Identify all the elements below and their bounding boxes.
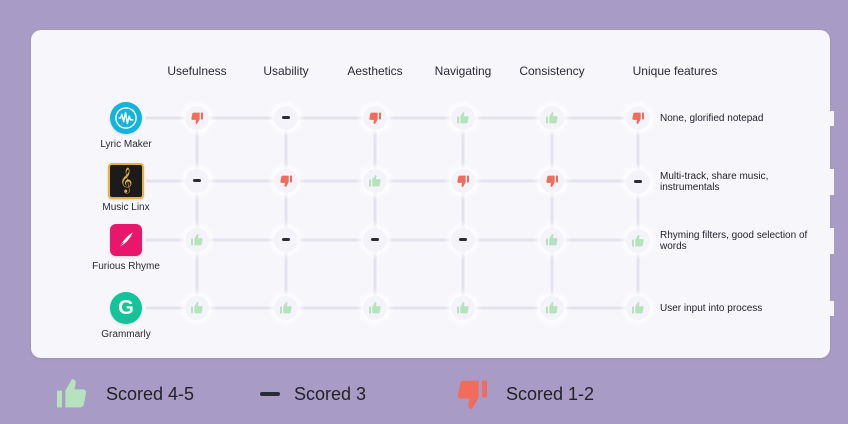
dash-icon [363,228,387,252]
thumbs-up-icon [540,228,564,252]
dash-icon [185,169,209,193]
unique-features-cell: None, glorified notepad [626,106,834,130]
legend-label: Scored 3 [294,383,367,404]
thumbs-down-icon [274,169,298,193]
column-header-usefulness: Usefulness [167,64,227,78]
thumbs-up-icon [274,296,298,320]
thumbs-down-icon [185,106,209,130]
thumbs-up-icon [363,296,387,320]
legend-item-down: Scored 1-2 [452,374,594,414]
app-name: Grammarly [101,329,151,340]
dash-icon [451,228,475,252]
thumbs-up-icon [540,296,564,320]
thumbs-down-icon [626,106,650,130]
thumbs-up-icon [185,228,209,252]
column-header-consistency: Consistency [519,64,585,78]
thumbs-down-icon [540,169,564,193]
app-name: Lyric Maker [100,139,152,150]
thumbs-up-icon [363,169,387,193]
unique-features-cell: Rhyming filters, good selection of words [626,228,834,254]
legend-item-neutral: Scored 3 [260,374,366,414]
treble-clef-icon: 𝄞 [108,163,144,199]
unique-features-text: Rhyming filters, good selection of words [656,228,834,254]
thumbs-up-icon [451,296,475,320]
dash-icon [274,228,298,252]
waveform-icon [110,102,142,134]
app-name: Furious Rhyme [92,261,160,272]
thumbs-down-icon [363,106,387,130]
legend-label: Scored 4-5 [106,383,195,404]
column-header-aesthetics: Aesthetics [347,64,403,78]
thumbs-down-icon [451,169,475,193]
thumbs-up-icon [626,296,650,320]
thumbs-down-icon [452,374,492,414]
legend-label: Scored 1-2 [506,383,595,404]
quill-icon [110,224,142,256]
thumbs-up-icon [52,374,92,414]
unique-features-cell: User input into process [626,296,834,320]
app-name: Music Linx [102,202,150,213]
unique-features-text: User input into process [656,300,834,316]
legend-item-up: Scored 4-5 [52,374,194,414]
dash-icon [626,170,650,194]
unique-features-cell: Multi-track, share music, instrumentals [626,169,834,195]
thumbs-up-icon [451,106,475,130]
unique-features-text: None, glorified notepad [656,110,834,126]
column-header-navigating: Navigating [434,64,492,78]
column-header-usability: Usability [263,64,309,78]
thumbs-up-icon [540,106,564,130]
thumbs-up-icon [185,296,209,320]
dash-icon [274,106,298,130]
column-header-unique-features: Unique features [632,64,718,78]
thumbs-up-icon [626,229,650,253]
dash-icon [260,374,280,414]
unique-features-text: Multi-track, share music, instrumentals [656,169,834,195]
grammarly-g-icon: G [110,292,142,324]
